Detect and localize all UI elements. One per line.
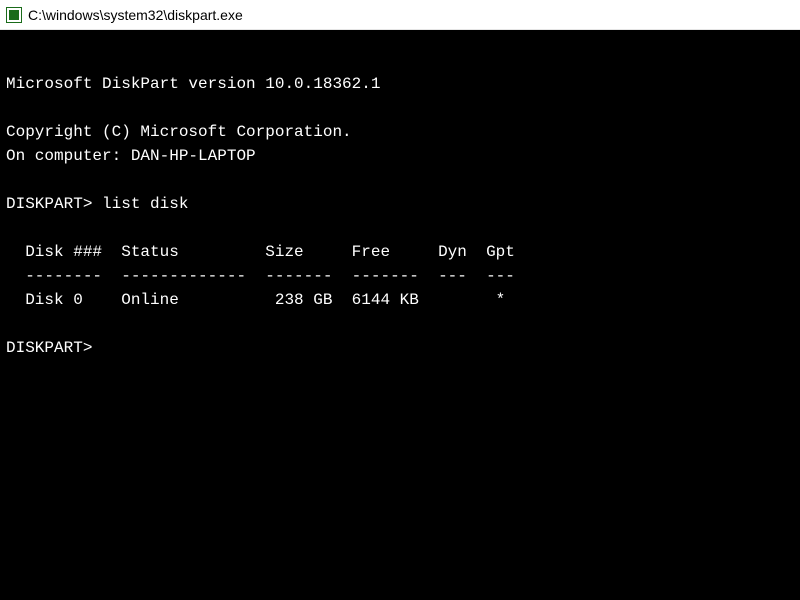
window-titlebar[interactable]: C:\windows\system32\diskpart.exe — [0, 0, 800, 30]
app-icon — [6, 7, 22, 23]
computer-line: On computer: DAN-HP-LAPTOP — [6, 147, 256, 165]
entered-command: list disk — [102, 195, 188, 213]
prompt-line-1: DISKPART> list disk — [6, 195, 188, 213]
table-divider: -------- ------------- ------- ------- -… — [6, 267, 515, 285]
terminal-area[interactable]: Microsoft DiskPart version 10.0.18362.1 … — [0, 30, 800, 600]
copyright-line: Copyright (C) Microsoft Corporation. — [6, 123, 352, 141]
prompt-line-2[interactable]: DISKPART> — [6, 339, 111, 357]
prompt-label: DISKPART> — [6, 339, 102, 357]
version-line: Microsoft DiskPart version 10.0.18362.1 — [6, 75, 380, 93]
diskpart-window: C:\windows\system32\diskpart.exe Microso… — [0, 0, 800, 600]
table-header: Disk ### Status Size Free Dyn Gpt — [6, 243, 515, 261]
window-title: C:\windows\system32\diskpart.exe — [28, 7, 243, 23]
prompt-label: DISKPART> — [6, 195, 102, 213]
text-cursor — [102, 339, 111, 357]
table-row: Disk 0 Online 238 GB 6144 KB * — [6, 291, 505, 309]
